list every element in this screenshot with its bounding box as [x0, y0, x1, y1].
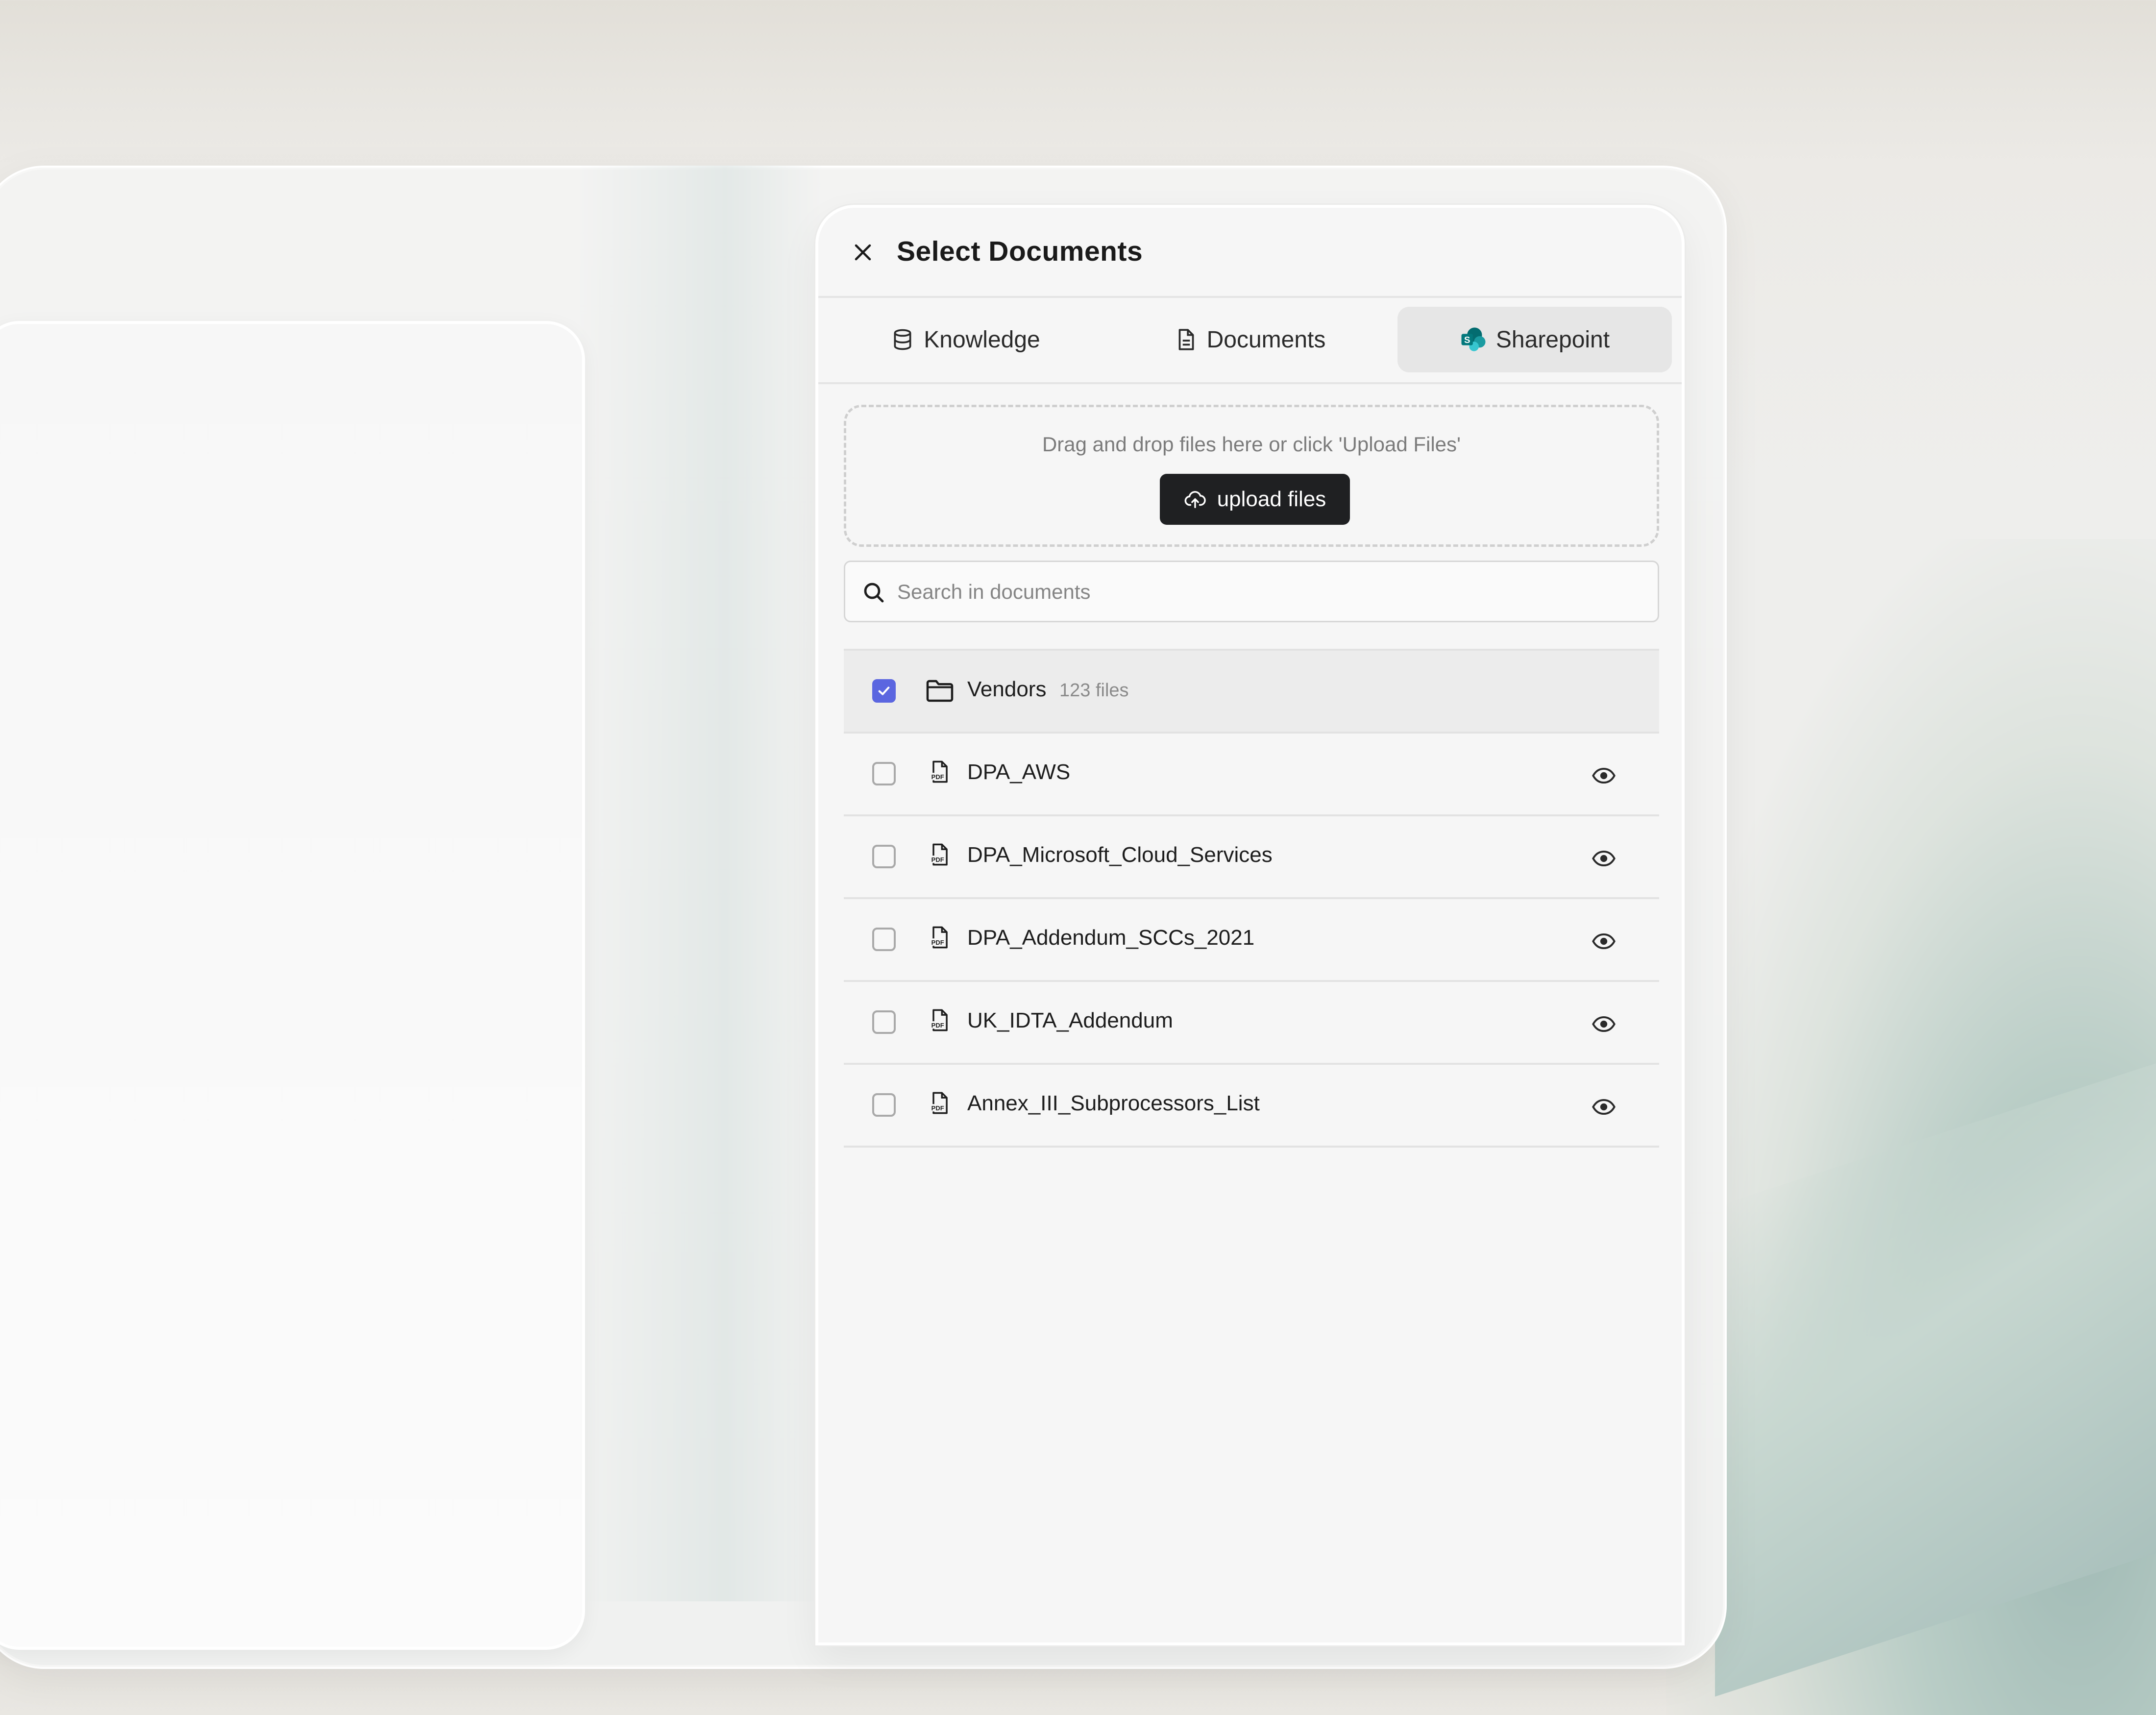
file-name: DPA_AWS	[967, 760, 1071, 784]
pdf-file-icon: PDF	[930, 760, 948, 783]
file-row[interactable]: PDF DPA_Microsoft_Cloud_Services	[844, 816, 1659, 899]
sharepoint-icon: S	[1461, 327, 1486, 351]
checkmark-icon	[878, 686, 890, 695]
pdf-file-icon: PDF	[930, 926, 948, 949]
pdf-file-icon: PDF	[930, 1092, 948, 1114]
file-name: DPA_Addendum_SCCs_2021	[967, 926, 1255, 950]
file-checkbox[interactable]	[872, 928, 896, 951]
dialog-title: Select Documents	[897, 236, 1143, 267]
search-icon	[864, 583, 884, 603]
dropzone-hint: Drag and drop files here or click 'Uploa…	[1042, 433, 1461, 456]
left-content-card	[0, 321, 585, 1650]
svg-text:PDF: PDF	[931, 939, 944, 946]
file-name: Annex_III_Subprocessors_List	[967, 1091, 1260, 1115]
source-tabs: Knowledge Documents S Sharepoint	[818, 298, 1682, 384]
tab-documents-label: Documents	[1206, 326, 1326, 353]
pdf-file-icon: PDF	[930, 1009, 948, 1031]
file-row[interactable]: PDF DPA_Addendum_SCCs_2021	[844, 899, 1659, 982]
folder-row-vendors[interactable]: Vendors 123 files	[844, 651, 1659, 734]
document-icon	[1178, 329, 1194, 350]
upload-files-button[interactable]: upload files	[1160, 474, 1350, 525]
database-icon	[894, 329, 911, 350]
folder-icon	[926, 680, 954, 702]
file-checkbox[interactable]	[872, 845, 896, 868]
file-checkbox[interactable]	[872, 1010, 896, 1034]
file-row[interactable]: PDF UK_IDTA_Addendum	[844, 982, 1659, 1065]
folder-name: Vendors	[967, 677, 1047, 701]
upload-files-label: upload files	[1217, 487, 1326, 511]
close-icon[interactable]	[853, 242, 873, 263]
file-row[interactable]: PDF Annex_III_Subprocessors_List	[844, 1065, 1659, 1148]
eye-icon[interactable]	[1591, 763, 1617, 788]
svg-text:S: S	[1464, 335, 1470, 345]
file-dropzone[interactable]: Drag and drop files here or click 'Uploa…	[844, 405, 1659, 547]
svg-text:PDF: PDF	[931, 773, 944, 781]
tab-sharepoint[interactable]: S Sharepoint	[1397, 307, 1672, 372]
pdf-file-icon: PDF	[930, 843, 948, 866]
document-search	[844, 561, 1659, 622]
svg-text:PDF: PDF	[931, 856, 944, 863]
tab-sharepoint-label: Sharepoint	[1495, 326, 1610, 353]
folder-file-count: 123 files	[1059, 680, 1129, 701]
svg-text:PDF: PDF	[931, 1104, 944, 1112]
eye-icon[interactable]	[1591, 929, 1617, 954]
dialog-header: Select Documents	[818, 208, 1682, 298]
eye-icon[interactable]	[1591, 846, 1617, 871]
app-window-tint	[578, 166, 823, 1601]
cloud-upload-icon	[1184, 491, 1206, 509]
file-row[interactable]: PDF DPA_AWS	[844, 734, 1659, 816]
document-list: Vendors 123 files PDF DPA_AWS PDF DPA_Mi…	[844, 649, 1659, 1148]
file-checkbox[interactable]	[872, 1093, 896, 1117]
search-input[interactable]	[896, 572, 1633, 612]
select-documents-dialog: Select Documents Knowledge Documents S S…	[815, 205, 1685, 1645]
tab-knowledge-label: Knowledge	[924, 326, 1040, 353]
tab-documents[interactable]: Documents	[1112, 307, 1387, 372]
file-checkbox[interactable]	[872, 762, 896, 785]
tab-knowledge[interactable]: Knowledge	[828, 307, 1102, 372]
file-name: DPA_Microsoft_Cloud_Services	[967, 843, 1273, 867]
folder-checkbox[interactable]	[872, 679, 896, 703]
svg-text:PDF: PDF	[931, 1022, 944, 1029]
eye-icon[interactable]	[1591, 1011, 1617, 1037]
file-name: UK_IDTA_Addendum	[967, 1008, 1173, 1032]
eye-icon[interactable]	[1591, 1094, 1617, 1120]
